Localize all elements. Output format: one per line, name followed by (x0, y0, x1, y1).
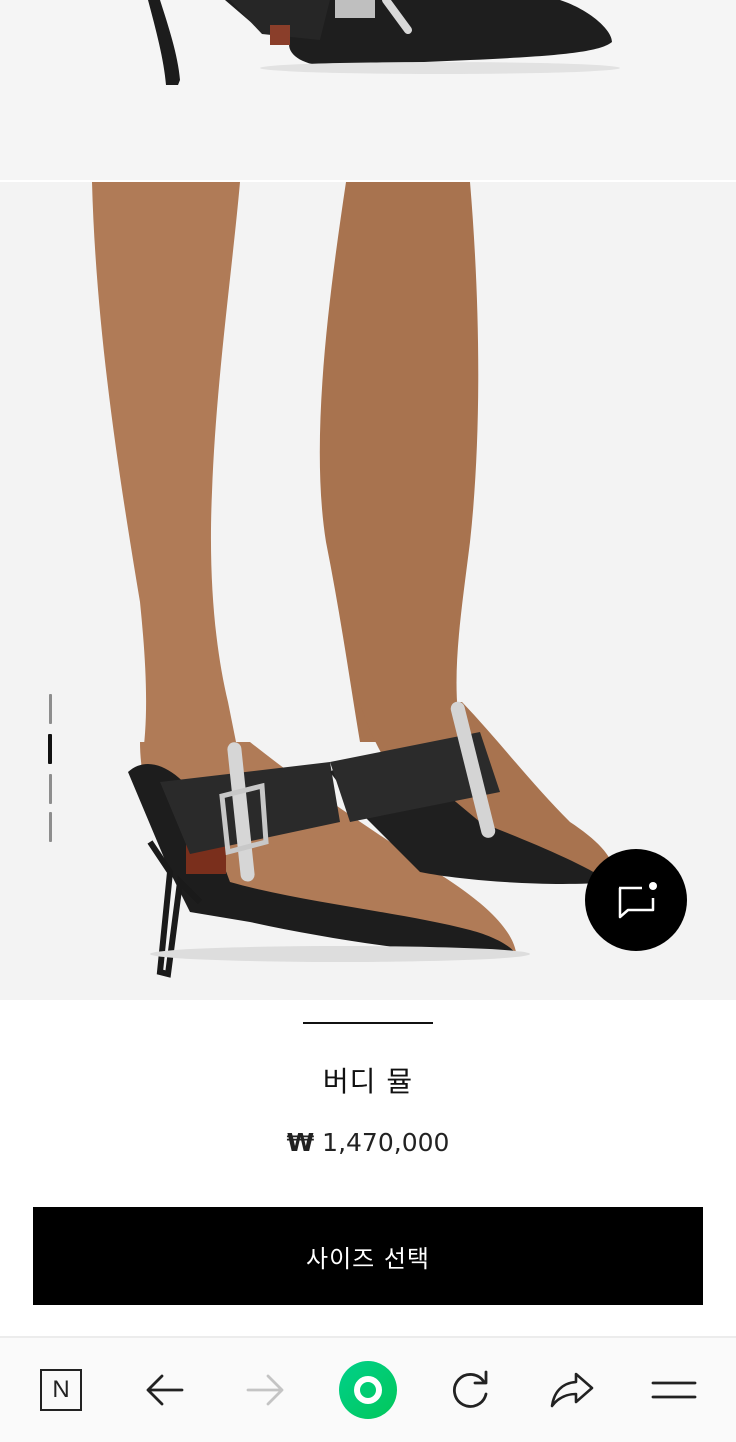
chat-button[interactable] (585, 849, 687, 951)
gallery-pager[interactable] (48, 694, 54, 844)
forward-arrow-icon (236, 1360, 296, 1420)
product-name: 버디 뮬 (322, 1065, 414, 1098)
pager-dot-3[interactable] (49, 774, 52, 804)
pager-dot-4[interactable] (49, 812, 52, 842)
menu-icon[interactable] (644, 1360, 704, 1420)
product-price: ₩1,470,000 (0, 1128, 736, 1157)
section-divider (303, 1022, 433, 1024)
green-search-icon[interactable] (338, 1360, 398, 1420)
back-arrow-icon[interactable] (134, 1360, 194, 1420)
refresh-icon[interactable] (440, 1360, 500, 1420)
browser-bottom-toolbar: N (0, 1336, 736, 1442)
share-icon[interactable] (542, 1360, 602, 1420)
home-label: N (40, 1369, 82, 1411)
currency-symbol: ₩ (286, 1128, 315, 1157)
price-value: 1,470,000 (322, 1128, 450, 1157)
select-size-button[interactable]: 사이즈 선택 (33, 1207, 703, 1305)
naver-home-icon[interactable]: N (31, 1360, 91, 1420)
chat-bubble-icon (618, 882, 657, 919)
pager-dot-2-active[interactable] (48, 734, 52, 764)
product-image-previous (0, 0, 736, 182)
pager-dot-1[interactable] (49, 694, 52, 724)
shoe-side-photo (148, 0, 620, 85)
